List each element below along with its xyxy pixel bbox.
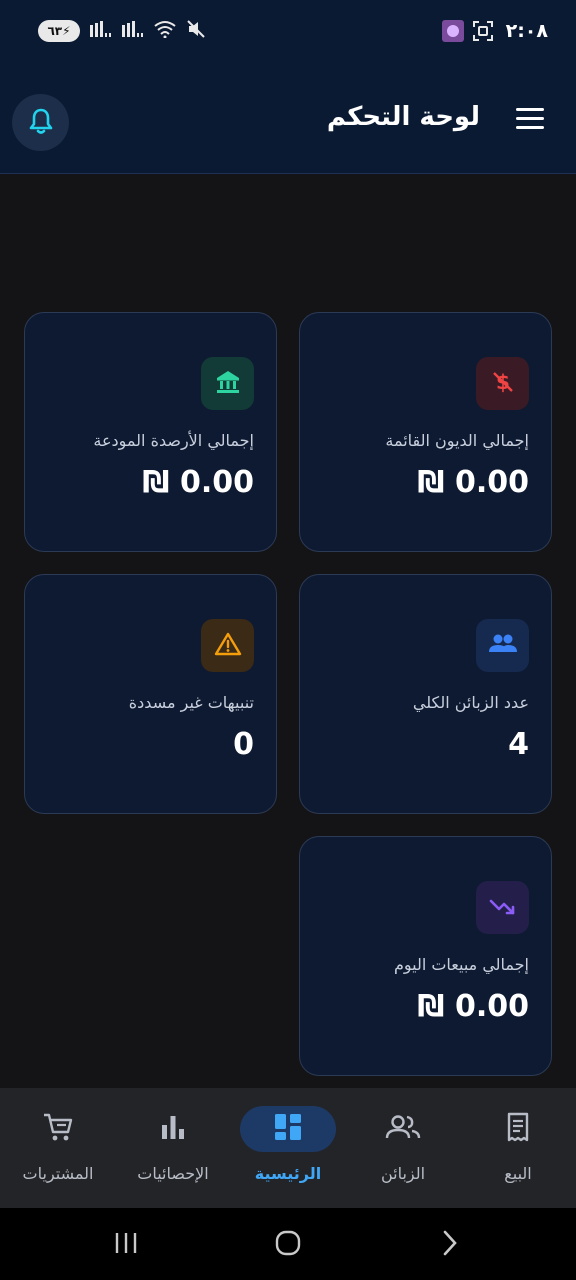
receipt-icon — [503, 1111, 533, 1147]
status-right-icons — [442, 20, 494, 46]
recent-apps-button[interactable] — [106, 1228, 146, 1262]
nav-item-sales[interactable]: البيع — [463, 1106, 573, 1196]
bottom-navigation: البيع الزبائن الرئيسية الإحصائيات المشتر… — [0, 1088, 576, 1208]
card-label: تنبيهات غير مسددة — [128, 693, 254, 712]
menu-icon-line — [516, 117, 544, 120]
card-icon-box: $ — [476, 357, 529, 410]
card-unpaid-alerts[interactable]: تنبيهات غير مسددة 0 — [24, 574, 277, 814]
nav-label: المشتريات — [22, 1164, 94, 1183]
card-value: 0 — [233, 727, 254, 762]
wifi-icon — [154, 20, 176, 42]
status-left-icons: ٦٣ ⚡ — [38, 20, 206, 42]
page-title: لوحة التحكم — [326, 102, 480, 132]
card-value: 4 — [508, 727, 529, 762]
warning-icon — [214, 631, 242, 661]
menu-icon-line — [516, 126, 544, 129]
cart-icon — [42, 1112, 74, 1146]
card-icon-box — [201, 357, 254, 410]
card-icon-box — [476, 619, 529, 672]
menu-icon-line — [516, 108, 544, 111]
card-deposited-balances[interactable]: إجمالي الأرصدة المودعة 0.00 ₪ — [24, 312, 277, 552]
card-value: 0.00 ₪ — [142, 465, 254, 500]
card-value: 0.00 ₪ — [417, 465, 529, 500]
card-total-customers[interactable]: عدد الزبائن الكلي 4 — [299, 574, 552, 814]
nav-icon-wrap — [125, 1106, 221, 1152]
nav-icon-wrap — [10, 1106, 106, 1152]
nav-icon-wrap — [240, 1106, 336, 1152]
trending-down-icon — [489, 895, 517, 921]
notifications-button[interactable] — [12, 94, 69, 151]
bell-icon — [28, 107, 54, 139]
battery-indicator: ٦٣ ⚡ — [38, 20, 80, 42]
mute-icon — [186, 20, 206, 42]
nav-item-statistics[interactable]: الإحصائيات — [118, 1106, 228, 1196]
recents-icon — [113, 1231, 139, 1259]
system-navigation-bar — [0, 1208, 576, 1280]
battery-level: ٦٣ — [47, 24, 63, 38]
card-label: إجمالي الديون القائمة — [385, 431, 529, 450]
dollar-off-icon: $ — [490, 369, 516, 399]
app-bar: لوحة التحكم — [0, 64, 576, 174]
screenshot-icon — [472, 20, 494, 46]
card-outstanding-debts[interactable]: $ إجمالي الديون القائمة 0.00 ₪ — [299, 312, 552, 552]
bank-icon — [214, 368, 242, 400]
status-bar: ٦٣ ⚡ ٢:٠٨ — [0, 0, 576, 64]
chevron-right-icon — [440, 1229, 460, 1261]
card-today-sales[interactable]: إجمالي مبيعات اليوم 0.00 ₪ — [299, 836, 552, 1076]
card-icon-box — [201, 619, 254, 672]
back-button[interactable] — [430, 1228, 470, 1262]
nav-item-home[interactable]: الرئيسية — [233, 1106, 343, 1196]
nav-icon-wrap — [470, 1106, 566, 1152]
people-icon — [488, 632, 518, 660]
people-outline-icon — [385, 1113, 421, 1145]
card-label: إجمالي الأرصدة المودعة — [93, 431, 254, 450]
menu-button[interactable] — [516, 108, 544, 130]
dashboard-icon — [273, 1112, 303, 1146]
card-icon-box — [476, 881, 529, 934]
bar-chart-icon — [159, 1113, 187, 1145]
card-value: 0.00 ₪ — [417, 989, 529, 1024]
nav-item-purchases[interactable]: المشتريات — [3, 1106, 113, 1196]
status-time: ٢:٠٨ — [505, 20, 548, 42]
home-circle-icon — [274, 1229, 302, 1261]
nav-label: البيع — [504, 1164, 532, 1183]
card-label: إجمالي مبيعات اليوم — [393, 955, 529, 974]
home-button[interactable] — [268, 1228, 308, 1262]
app-notification-icon — [442, 20, 464, 46]
nav-label: الزبائن — [380, 1164, 426, 1183]
card-label: عدد الزبائن الكلي — [412, 693, 529, 712]
nav-item-customers[interactable]: الزبائن — [348, 1106, 458, 1196]
signal-icon — [90, 21, 112, 41]
charging-icon: ⚡ — [62, 24, 71, 38]
signal-icon — [122, 21, 144, 41]
nav-icon-wrap — [355, 1106, 451, 1152]
nav-label: الرئيسية — [254, 1164, 322, 1183]
nav-label: الإحصائيات — [137, 1164, 209, 1183]
